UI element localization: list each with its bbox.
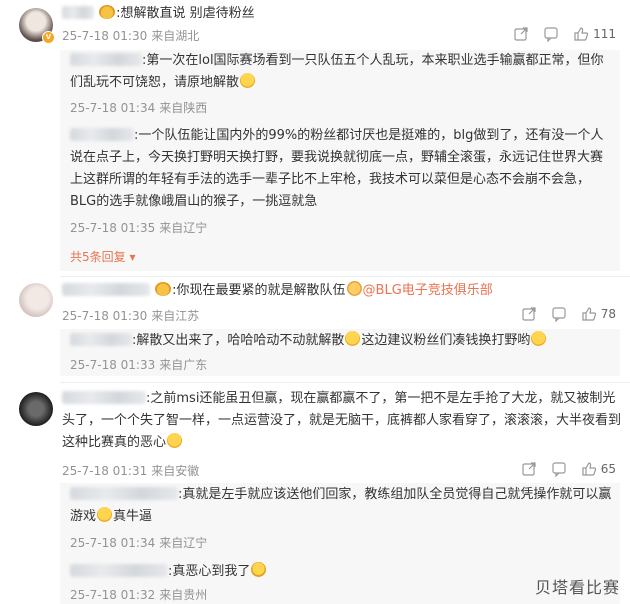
reply-location: 来自贵州 [159,588,208,602]
comment-icon[interactable] [543,26,559,42]
like-button[interactable]: 65 [581,461,616,477]
reply-location: 来自辽宁 [159,536,208,550]
watermark: 贝塔看比赛 [534,578,620,597]
username-blurred[interactable] [70,53,142,66]
comment-text: :想解散直说 别虐待粉丝 [116,6,255,21]
thumbs-up-icon [574,27,589,41]
fan-badge-icon [99,5,116,19]
like-count: 65 [600,462,616,476]
username-blurred[interactable] [62,6,94,19]
like-count: 111 [593,27,616,41]
reply-date: 25-7-18 01:35 [70,221,156,235]
comment-actions: 65 [507,461,616,477]
reply-text: :一个队伍能让国内外的99%的粉丝都讨厌也是挺难的，blg做到了，还有没一个人说… [70,128,604,209]
comment-date: 25-7-18 01:30 [62,29,148,43]
comment-actions: 111 [499,26,616,42]
comment-location: 来自湖北 [151,29,200,43]
emoji-icon [97,507,113,522]
reply-location: 来自广东 [159,358,208,372]
like-button[interactable]: 78 [581,306,616,322]
username-blurred[interactable] [70,487,178,500]
emoji-icon [346,281,362,296]
reply-date: 25-7-18 01:33 [70,358,156,372]
emoji-icon [345,331,361,346]
username-blurred[interactable] [62,391,146,404]
reply-panel: :解散又出来了，哈哈哈动不动就解散 这边建议粉丝们凑钱换打野哟 25-7-18 0… [60,329,620,376]
avatar[interactable] [19,392,53,426]
comment-icon[interactable] [551,306,567,322]
reply-panel: :第一次在lol国际赛场看到一只队伍五个人乱玩，本来职业选手输赢都正常，但你们乱… [60,50,620,271]
like-count: 78 [600,307,616,321]
share-icon[interactable] [521,306,537,322]
comment-text: 你现在最要紧的就是解散队伍 [176,283,346,298]
expand-replies-link[interactable]: 共5条回复 ▾ [70,248,136,265]
comment-location: 来自安徽 [151,464,200,478]
divider [60,276,630,277]
reply-date: 25-7-18 01:32 [70,588,156,602]
avatar[interactable] [19,283,53,317]
reply-text: :解散又出来了，哈哈哈动不动就解散 [132,333,345,348]
chevron-down-icon: ▾ [129,250,136,264]
reply-location: 来自辽宁 [159,221,208,235]
comment-actions: 78 [507,306,616,322]
mention-link[interactable]: @BLG电子竞技俱乐部 [363,283,493,298]
share-icon[interactable] [513,26,529,42]
divider [60,382,630,383]
comment-location: 来自江苏 [151,309,200,323]
reply-location: 来自陕西 [159,101,208,115]
reply-text-continued: 真牛逼 [113,509,153,524]
thumbs-up-icon [582,307,596,321]
username-blurred[interactable] [70,128,134,141]
reply-date: 25-7-18 01:34 [70,536,156,550]
emoji-icon [531,331,547,346]
comment-date: 25-7-18 01:31 [62,464,148,478]
reply-text: :真恶心到我了 [168,564,251,579]
comment-date: 25-7-18 01:30 [62,309,148,323]
thumbs-up-icon [582,462,596,476]
emoji-icon [251,562,267,577]
emoji-icon [167,433,183,448]
share-icon[interactable] [521,461,537,477]
like-button[interactable]: 111 [573,26,616,42]
username-blurred[interactable] [70,564,168,577]
reply-text: :第一次在lol国际赛场看到一只队伍五个人乱玩，本来职业选手输赢都正常，但你们乱… [70,53,604,90]
emoji-icon [240,73,256,88]
expand-replies-label: 共5条回复 [70,250,126,264]
comment-icon[interactable] [551,461,567,477]
reply-text-continued: 这边建议粉丝们凑钱换打野哟 [361,333,531,348]
username-blurred[interactable] [62,283,150,296]
verified-badge-icon: V [42,31,55,44]
username-blurred[interactable] [70,333,132,346]
reply-date: 25-7-18 01:34 [70,101,156,115]
fan-badge-icon [155,282,172,296]
